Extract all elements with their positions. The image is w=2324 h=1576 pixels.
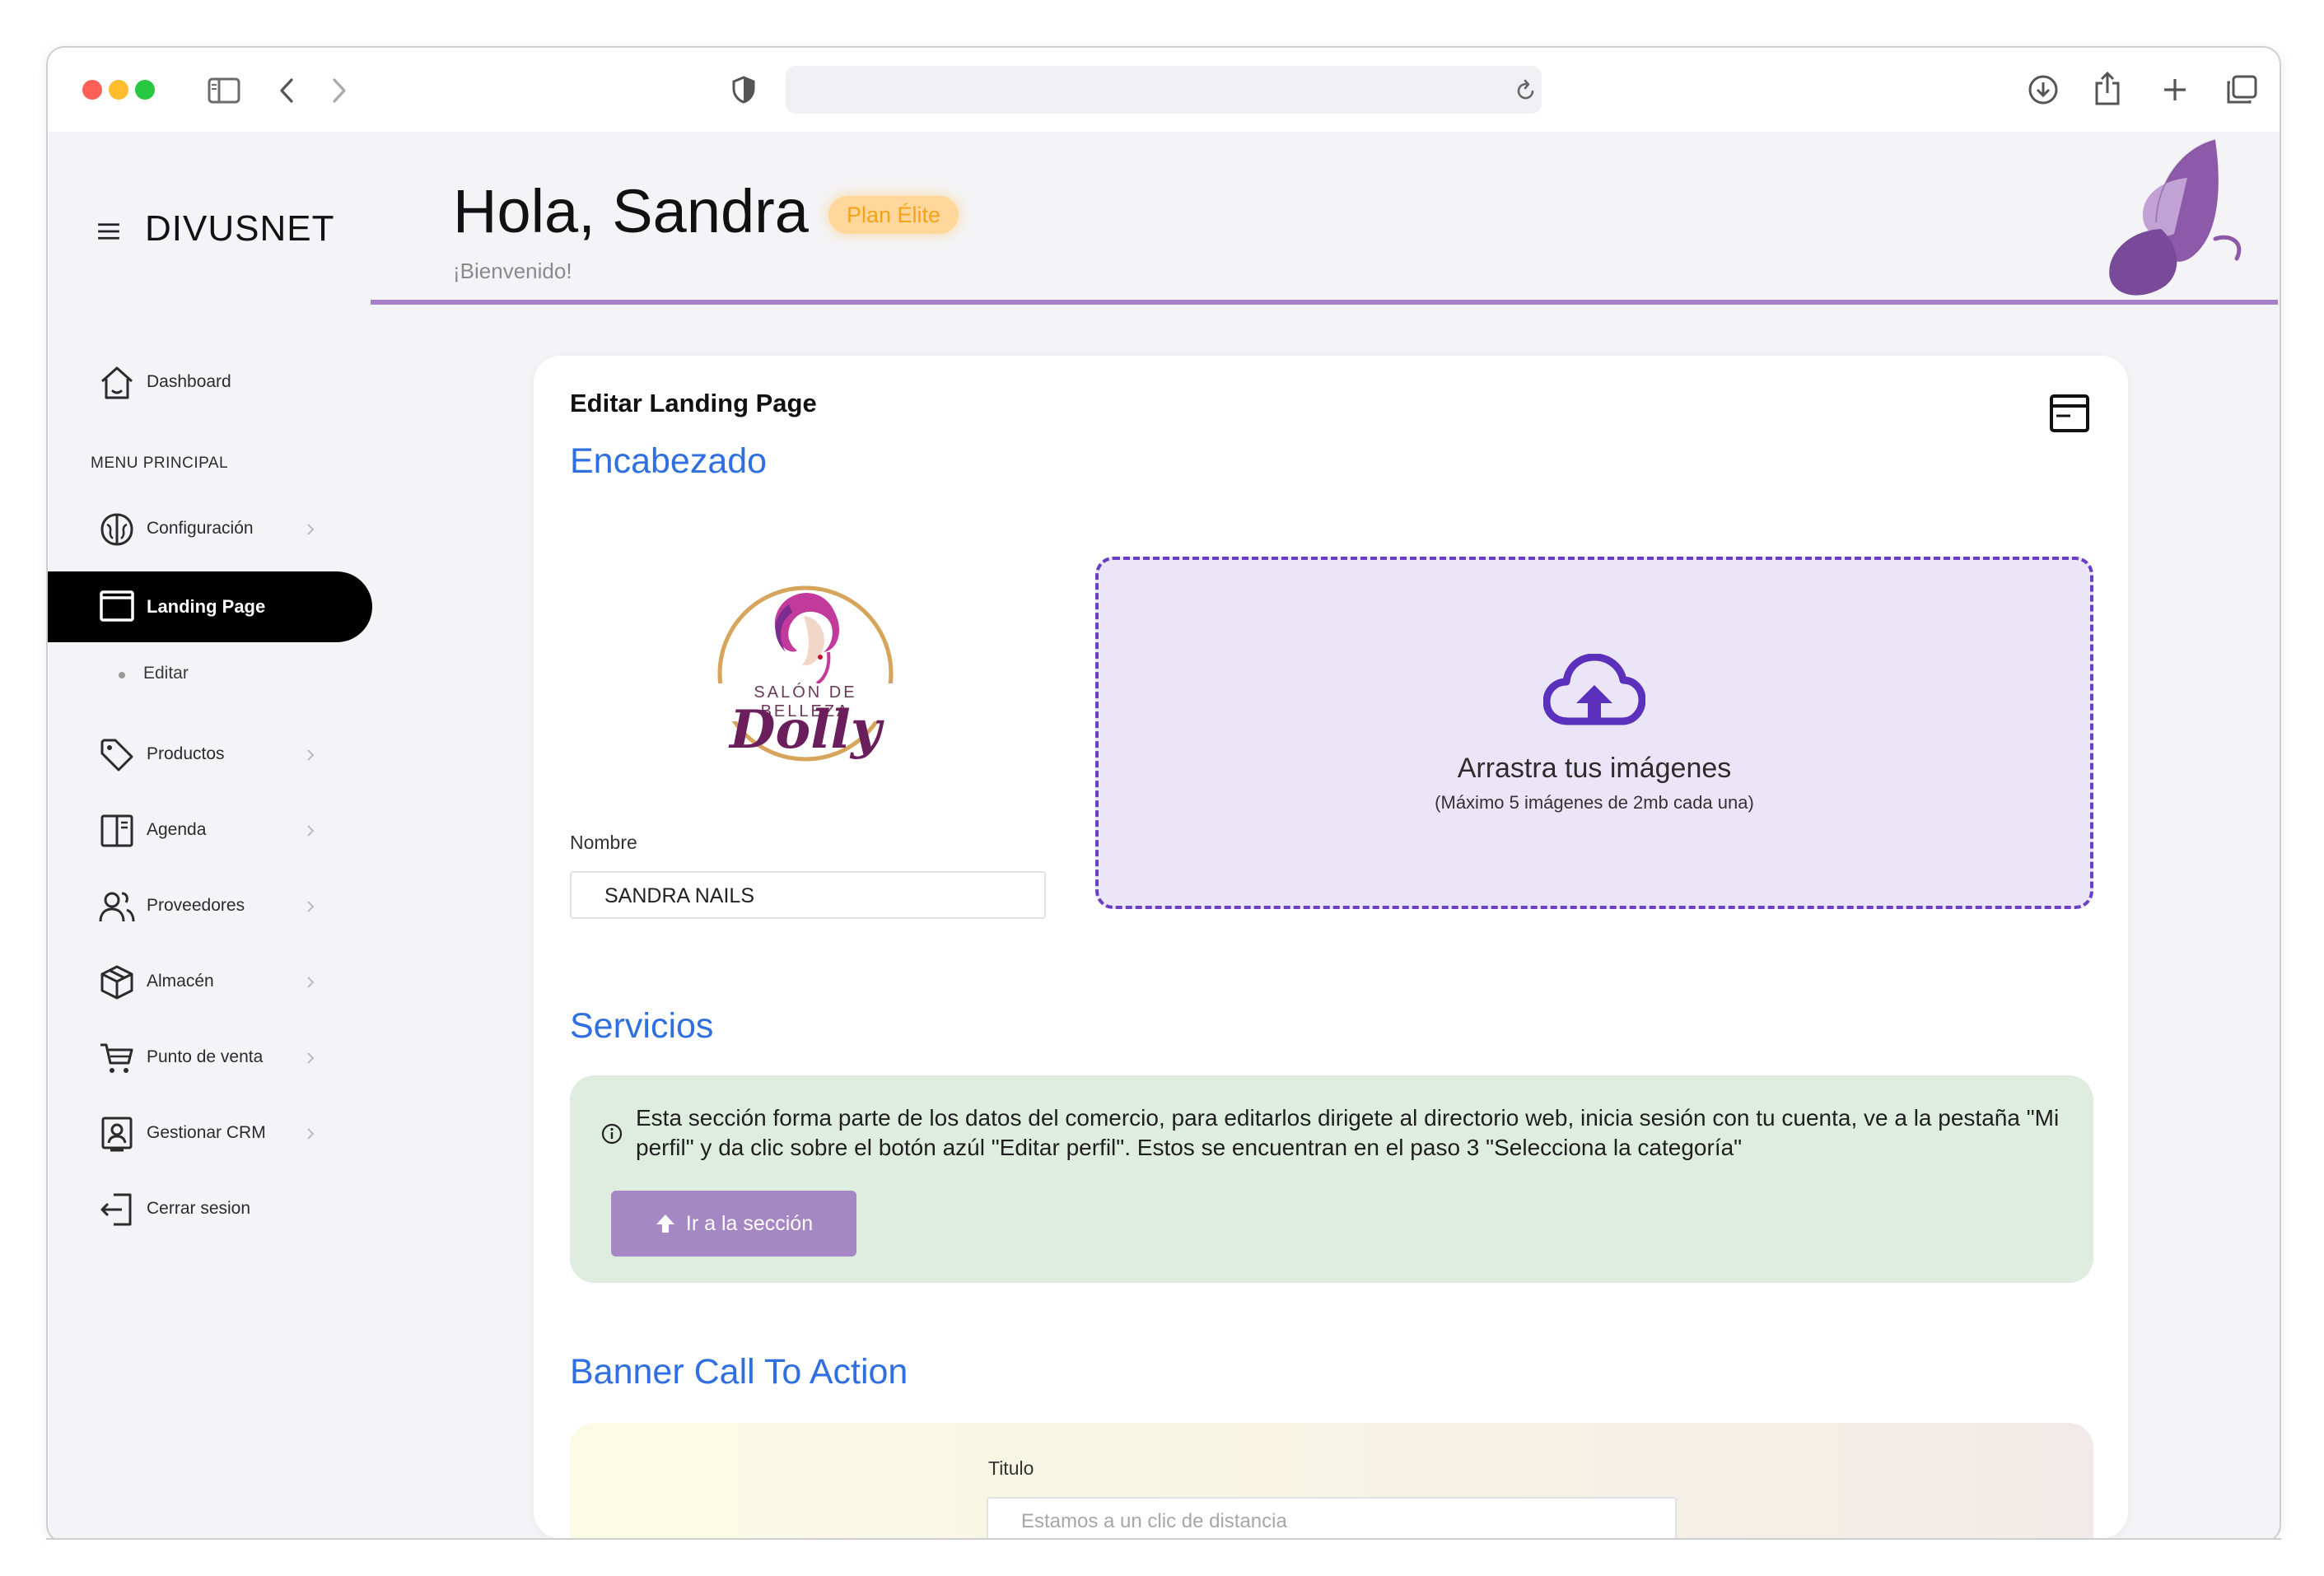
greeting-title: Hola, Sandra bbox=[453, 177, 809, 245]
logout-icon bbox=[100, 1193, 132, 1226]
sidebar-item-configuracion[interactable]: Configuración bbox=[48, 499, 372, 560]
window-bottom-edge bbox=[46, 1538, 2281, 1576]
welcome-subtitle: ¡Bienvenido! bbox=[453, 259, 572, 283]
sidebar-toggle-icon[interactable] bbox=[208, 77, 240, 104]
dropzone-subtitle: (Máximo 5 imágenes de 2mb cada una) bbox=[1435, 792, 1754, 813]
download-icon[interactable] bbox=[2028, 74, 2059, 105]
sidebar-item-label: Productos bbox=[147, 744, 225, 763]
chevron-right-icon bbox=[307, 1052, 315, 1064]
logo-dolly-text: Dolly bbox=[730, 699, 881, 761]
sidebar-item-label: Agenda bbox=[147, 820, 207, 839]
dropzone-title: Arrastra tus imágenes bbox=[1457, 753, 1732, 784]
sidebar-item-gestionar-crm[interactable]: Gestionar CRM bbox=[48, 1103, 372, 1164]
users-icon bbox=[99, 892, 135, 922]
tag-icon bbox=[100, 739, 133, 772]
header-divider bbox=[371, 300, 2278, 305]
sidebar-item-label: Landing Page bbox=[147, 596, 266, 617]
arrow-up-icon bbox=[656, 1215, 674, 1233]
info-icon bbox=[601, 1123, 623, 1145]
section-heading-encabezado: Encabezado bbox=[570, 441, 768, 481]
sidebar-item-productos[interactable]: Productos bbox=[48, 725, 372, 786]
banner-title-field[interactable]: Estamos a un clic de distancia bbox=[987, 1497, 1677, 1538]
sidebar-item-proveedores[interactable]: Proveedores bbox=[48, 876, 372, 937]
brain-icon bbox=[100, 513, 133, 546]
close-window-button[interactable] bbox=[82, 80, 102, 100]
sidebar-item-label: Configuración bbox=[147, 519, 254, 538]
browser-toolbar bbox=[48, 48, 2280, 132]
go-to-section-label: Ir a la sección bbox=[685, 1211, 814, 1235]
butterfly-logo-icon bbox=[2109, 139, 2242, 296]
menu-section-label: MENU PRINCIPAL bbox=[91, 455, 229, 472]
card-title: Editar Landing Page bbox=[570, 389, 817, 417]
browser-preview-icon[interactable] bbox=[2049, 394, 2090, 433]
banner-title-label: Titulo bbox=[988, 1457, 1034, 1479]
cart-icon bbox=[100, 1043, 133, 1073]
name-field[interactable]: SANDRA NAILS bbox=[570, 871, 1046, 919]
sidebar-item-punto-de-venta[interactable]: Punto de venta bbox=[48, 1028, 372, 1089]
plan-badge: Plan Élite bbox=[828, 196, 959, 234]
sidebar-subitem-editar[interactable]: Editar bbox=[143, 664, 189, 683]
sidebar-item-label: Punto de venta bbox=[147, 1047, 264, 1066]
sidebar-item-label: Cerrar sesion bbox=[147, 1199, 251, 1218]
sidebar-item-label: Almacén bbox=[147, 972, 214, 991]
contact-card-icon bbox=[101, 1117, 133, 1152]
chevron-right-icon bbox=[307, 749, 315, 761]
sub-item-bullet bbox=[119, 672, 125, 678]
info-alert-text: Esta sección forma parte de los datos de… bbox=[636, 1105, 2060, 1160]
box-icon bbox=[100, 965, 133, 1000]
chevron-right-icon bbox=[307, 901, 315, 912]
window-icon bbox=[100, 590, 134, 622]
forward-icon[interactable] bbox=[331, 77, 348, 104]
sidebar-item-label: Gestionar CRM bbox=[147, 1123, 266, 1142]
cloud-upload-icon bbox=[1543, 654, 1645, 725]
image-dropzone[interactable] bbox=[1095, 557, 2093, 909]
chevron-right-icon bbox=[307, 1128, 315, 1140]
chevron-right-icon bbox=[307, 977, 315, 988]
address-bar[interactable] bbox=[786, 66, 1542, 114]
sidebar-item-landing-page[interactable]: Landing Page bbox=[48, 571, 372, 642]
section-heading-servicios: Servicios bbox=[570, 1006, 714, 1046]
sidebar-item-almacen[interactable]: Almacén bbox=[48, 952, 372, 1013]
maximize-window-button[interactable] bbox=[135, 80, 155, 100]
chevron-right-icon bbox=[307, 825, 315, 837]
sidebar-item-cerrar-sesion[interactable]: Cerrar sesion bbox=[48, 1179, 372, 1240]
chevron-right-icon bbox=[307, 524, 315, 535]
shield-icon[interactable] bbox=[731, 76, 756, 104]
hamburger-menu-icon[interactable] bbox=[97, 222, 120, 240]
back-icon[interactable] bbox=[278, 77, 295, 104]
name-field-label: Nombre bbox=[570, 832, 637, 853]
home-icon bbox=[101, 366, 133, 399]
book-icon bbox=[100, 814, 133, 847]
sidebar-item-dashboard[interactable]: Dashboard bbox=[48, 352, 372, 413]
new-tab-icon[interactable] bbox=[2161, 76, 2189, 104]
sidebar-item-label: Dashboard bbox=[147, 372, 231, 391]
tabs-overview-icon[interactable] bbox=[2225, 74, 2258, 105]
sidebar-item-label: Proveedores bbox=[147, 896, 245, 915]
minimize-window-button[interactable] bbox=[109, 80, 128, 100]
section-heading-banner: Banner Call To Action bbox=[570, 1352, 908, 1392]
reload-icon[interactable] bbox=[1515, 79, 1537, 102]
brand-name: DIVUSNET bbox=[145, 208, 335, 249]
go-to-section-button[interactable]: Ir a la sección bbox=[611, 1191, 856, 1257]
share-icon[interactable] bbox=[2093, 71, 2121, 105]
sidebar-item-agenda[interactable]: Agenda bbox=[48, 800, 372, 861]
